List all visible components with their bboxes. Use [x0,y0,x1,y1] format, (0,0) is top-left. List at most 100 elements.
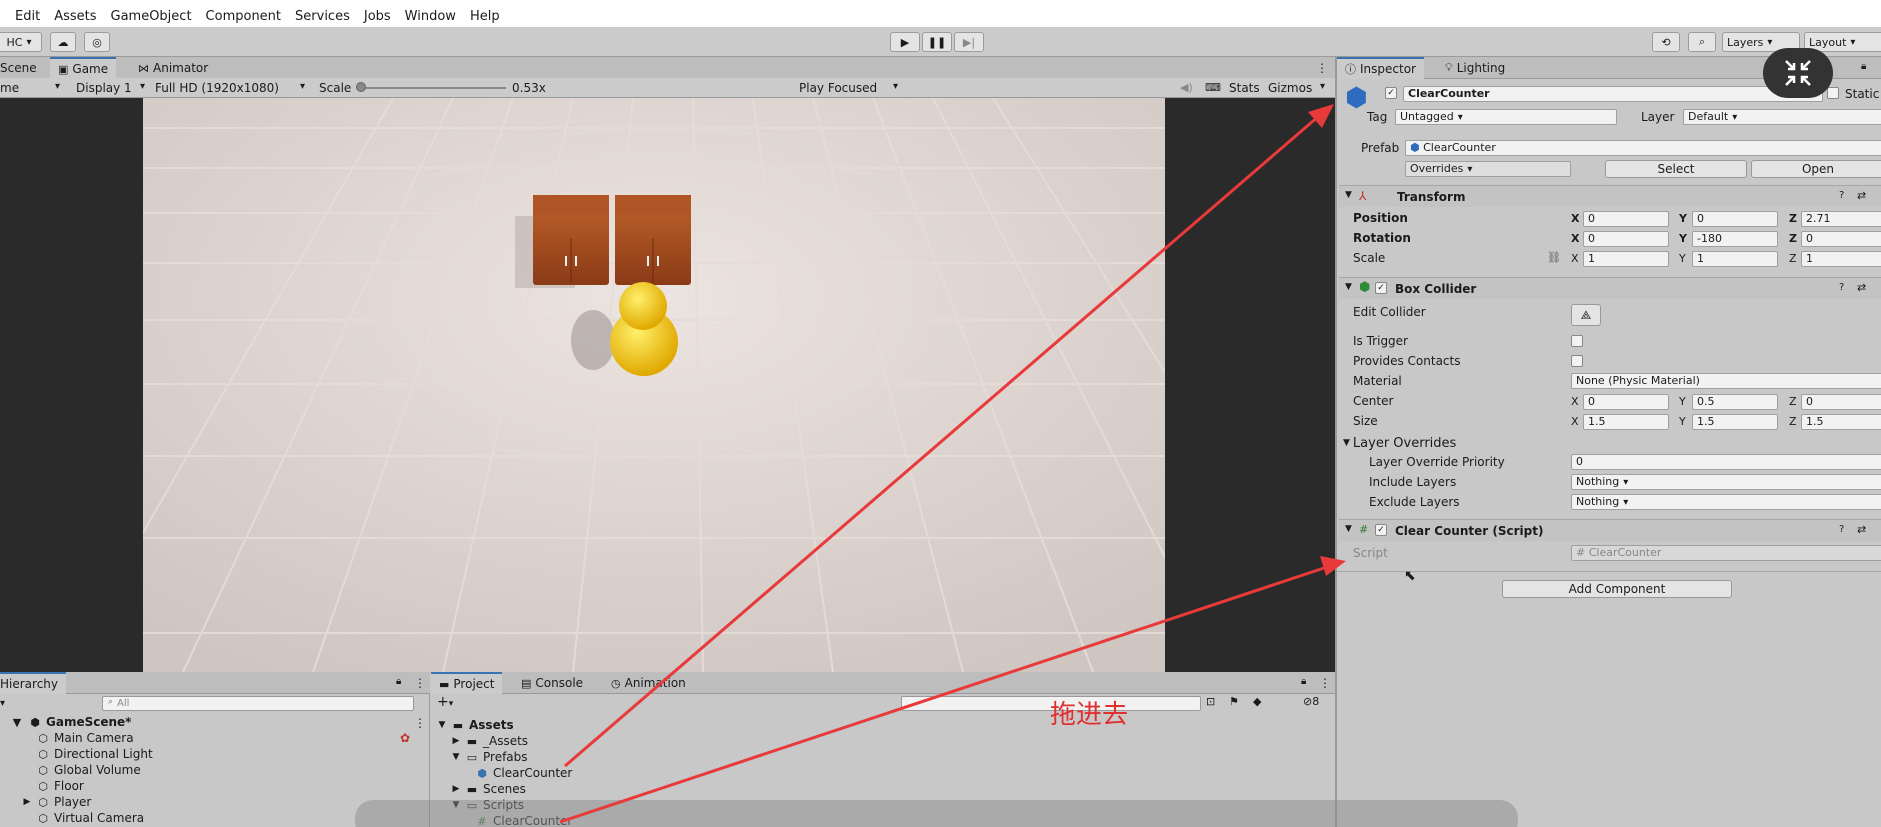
add-component-button[interactable]: Add Component [1502,580,1732,598]
position-x-field[interactable]: 0 [1583,211,1669,227]
menu-component[interactable]: Component [199,9,288,24]
history-button[interactable]: ⟲ [1652,32,1680,52]
script-enabled-checkbox[interactable]: ✓ [1375,524,1387,536]
hierarchy-item[interactable]: ⬡ Global Volume [36,762,141,778]
folder-prefabs[interactable]: ▼ ▭ Prefabs [451,749,528,765]
mute-icon[interactable]: ◀) [1180,81,1193,94]
is-trigger-checkbox[interactable] [1571,335,1583,347]
scale-y-field[interactable]: 1 [1692,251,1778,267]
settings-icon[interactable]: ⇄ [1857,281,1866,294]
help-icon[interactable]: ? [1839,190,1844,201]
tab-scene[interactable]: Scene [0,57,45,79]
tab-animator[interactable]: ⋈ Animator [130,57,216,79]
menu-edit[interactable]: Edit [0,9,47,24]
hidden-packages-icon[interactable]: ⊘8 [1303,695,1319,708]
center-y-field[interactable]: 0.5 [1692,394,1778,410]
menu-services[interactable]: Services [288,9,357,24]
search-by-type-icon[interactable]: ⊡ [1206,695,1215,708]
script-component-header[interactable]: ▼ # ✓ Clear Counter (Script) ? ⇄ [1339,519,1881,541]
stats-button[interactable]: Stats [1229,81,1260,95]
cloud-button[interactable]: ☁ [50,32,76,52]
lock-icon[interactable]: 🔒︎ [1861,61,1866,72]
play-button[interactable]: ▶ [890,32,920,52]
size-x-field[interactable]: 1.5 [1583,414,1669,430]
hierarchy-item[interactable]: ▶ ⬡ Player [22,794,92,810]
rotation-y-field[interactable]: -180 [1692,231,1778,247]
prefab-clearcounter[interactable]: ⬢ ClearCounter [475,765,572,781]
gizmos-button[interactable]: Gizmos [1268,81,1312,95]
help-icon[interactable]: ? [1839,524,1844,535]
tab-inspector[interactable]: ⓘ Inspector [1337,57,1424,79]
box-collider-header[interactable]: ▼ ⬢ ✓ Box Collider ? ⇄ [1339,277,1881,299]
include-layers-dropdown[interactable]: Nothing [1571,474,1881,490]
menu-assets[interactable]: Assets [47,9,103,24]
folder-assets[interactable]: ▼ ▬ Assets [437,717,514,733]
rotation-x-field[interactable]: 0 [1583,231,1669,247]
scale-x-field[interactable]: 1 [1583,251,1669,267]
play-focus-dropdown[interactable]: Play Focused [799,81,877,95]
material-field[interactable]: None (Physic Material) [1571,373,1881,389]
tab-hierarchy[interactable]: Hierarchy [0,672,67,694]
box-collider-enabled-checkbox[interactable]: ✓ [1375,282,1387,294]
menu-window[interactable]: Window [398,9,463,24]
folder-assets-sub[interactable]: ▶ ▬ _Assets [451,733,529,749]
lock-icon[interactable]: 🔒︎ [1301,676,1306,687]
size-y-field[interactable]: 1.5 [1692,414,1778,430]
scale-z-field[interactable]: 1 [1801,251,1881,267]
keyboard-icon[interactable]: ⌨ [1205,81,1221,94]
hierarchy-item[interactable]: ⬡ Virtual Camera [36,810,144,826]
layer-dropdown[interactable]: Default [1683,109,1881,125]
add-asset-button[interactable]: +▾ [437,694,453,710]
open-button[interactable]: Open [1751,160,1881,178]
provides-contacts-checkbox[interactable] [1571,355,1583,367]
lock-icon[interactable]: 🔒︎ [396,676,401,687]
hierarchy-item[interactable]: ⬡ Main Camera [36,730,133,746]
game-render[interactable] [143,98,1165,672]
position-z-field[interactable]: 2.71 [1801,211,1881,227]
hierarchy-search-input[interactable]: All [102,696,414,711]
panel-menu-icon[interactable]: ⋮ [1319,676,1331,690]
settings-icon[interactable]: ⇄ [1857,523,1866,536]
tab-game[interactable]: ▣ Game [50,57,117,79]
hierarchy-item[interactable]: ⬡ Directional Light [36,746,152,762]
edit-collider-button[interactable]: ⟁ [1571,304,1601,326]
tab-project[interactable]: ▬ Project [431,672,503,694]
resolution-dropdown[interactable]: Full HD (1920x1080) [155,81,279,95]
exclude-layers-dropdown[interactable]: Nothing [1571,494,1881,510]
search-button[interactable]: ⌕ [1688,32,1716,52]
help-icon[interactable]: ? [1839,282,1844,293]
link-icon[interactable]: ⛓ [1547,251,1561,264]
tab-lighting[interactable]: 💡︎ Lighting [1437,57,1513,79]
size-z-field[interactable]: 1.5 [1801,414,1881,430]
menu-gameobject[interactable]: GameObject [104,9,199,24]
tab-menu-icon[interactable]: ⋮ [1316,61,1328,75]
center-z-field[interactable]: 0 [1801,394,1881,410]
folder-scenes[interactable]: ▶ ▬ Scenes [451,781,526,797]
settings-icon[interactable]: ⇄ [1857,189,1866,202]
prefab-source-field[interactable]: ⬢ ClearCounter [1405,140,1881,156]
search-by-label-icon[interactable]: ⚑ [1229,695,1239,708]
overrides-dropdown[interactable]: Overrides [1405,161,1571,177]
scale-slider[interactable] [356,87,506,89]
hierarchy-item[interactable]: ⬡ Floor [36,778,84,794]
layer-overrides-foldout[interactable]: ▼ Layer Overrides [1343,434,1456,452]
object-name-field[interactable]: ClearCounter [1403,86,1823,102]
pause-button[interactable]: ❚❚ [922,32,952,52]
rotation-z-field[interactable]: 0 [1801,231,1881,247]
step-button[interactable]: ▶| [954,32,984,52]
favorite-icon[interactable]: ◆ [1253,695,1261,708]
scene-menu-icon[interactable]: ⋮ [414,716,426,730]
menu-help[interactable]: Help [463,9,507,24]
create-dropdown-icon[interactable]: ▾ [0,698,5,709]
panel-menu-icon[interactable]: ⋮ [414,676,426,690]
scale-slider-handle[interactable] [356,82,366,92]
tab-console[interactable]: ▤ Console [513,672,591,694]
scene-root-row[interactable]: ▼ ⬢ GameScene* [10,714,132,730]
collab-button[interactable]: ◎ [84,32,110,52]
priority-field[interactable]: 0 [1571,454,1881,470]
account-dropdown[interactable]: HC [0,32,42,52]
transform-header[interactable]: ▼ ⅄ Transform ? ⇄ [1339,185,1881,207]
static-checkbox[interactable] [1827,87,1839,99]
display-dropdown[interactable]: Display 1 [76,81,132,95]
center-x-field[interactable]: 0 [1583,394,1669,410]
